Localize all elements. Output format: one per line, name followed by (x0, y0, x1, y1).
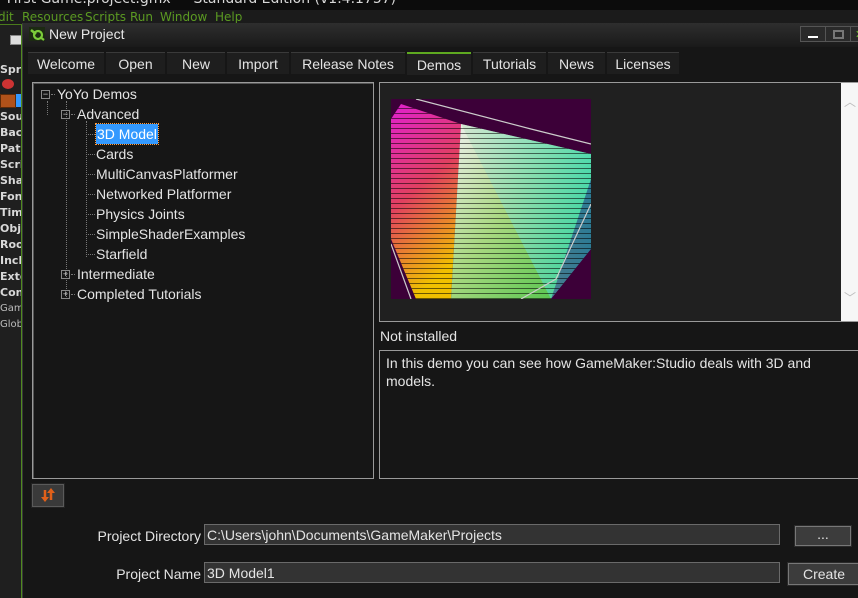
dialog-title-bar[interactable]: New Project ✕ (23, 23, 858, 47)
tree-label: Completed Tutorials (77, 286, 202, 302)
tree-label: 3D Model (95, 123, 159, 145)
tree-guide (86, 134, 95, 135)
demo-description: In this demo you can see how GameMaker:S… (386, 355, 811, 389)
sidebar-item-sprites[interactable]: Spri (0, 63, 21, 76)
tab-new[interactable]: New (167, 52, 225, 74)
minimize-button[interactable] (800, 26, 826, 42)
tree-guide (71, 114, 75, 115)
tab-licenses[interactable]: Licenses (607, 52, 679, 74)
tree-label: MultiCanvasPlatformer (96, 166, 238, 182)
tree-guide (66, 101, 67, 297)
tree-guide (51, 94, 55, 95)
sidebar-item-global-settings[interactable]: Glob (0, 319, 21, 330)
maximize-icon (833, 30, 844, 39)
color-cube-graphic (391, 99, 591, 299)
sidebar-item-sounds[interactable]: Sou (0, 110, 21, 123)
tree-label: Advanced (77, 106, 140, 122)
install-status: Not installed (380, 328, 458, 344)
tree-guide (86, 234, 95, 235)
tree-guide (47, 101, 48, 115)
gamemaker-logo-icon (29, 27, 45, 41)
maximize-button[interactable] (825, 26, 851, 42)
tree-guide (86, 194, 95, 195)
tree-guide (86, 174, 95, 175)
menu-window[interactable]: Window (160, 10, 207, 24)
sidebar-item-game-info[interactable]: Gam (0, 303, 21, 314)
browse-button[interactable]: ... (795, 526, 851, 546)
sidebar-item-extensions[interactable]: Exte (0, 270, 21, 283)
swap-button[interactable] (32, 484, 64, 507)
create-button[interactable]: Create (788, 563, 858, 585)
resource-tree-sidebar: Spri Sou Bac Path Scri Sha Fon Tim Obj R… (0, 25, 22, 598)
tab-import[interactable]: Import (227, 52, 289, 74)
tree-label: SimpleShaderExamples (96, 226, 246, 242)
sidebar-item-paths[interactable]: Path (0, 142, 21, 155)
minimize-icon (808, 36, 818, 38)
project-name-label: Project Name (116, 566, 201, 582)
selection-marker (16, 94, 21, 107)
sidebar-item-scripts[interactable]: Scri (0, 158, 21, 171)
tree-label: Physics Joints (96, 206, 185, 222)
sidebar-item-rooms[interactable]: Roo (0, 238, 21, 251)
tab-demos[interactable]: Demos (407, 52, 471, 75)
collapse-icon[interactable]: − (41, 90, 50, 99)
new-project-dialog: New Project ✕ Welcome Open New Import Re… (22, 23, 858, 598)
menu-edit[interactable]: dit (0, 10, 14, 24)
sprite-icon (2, 79, 14, 89)
tree-guide (86, 121, 87, 257)
expand-icon[interactable]: + (61, 290, 70, 299)
close-button[interactable]: ✕ (850, 26, 858, 42)
expand-icon[interactable]: + (61, 270, 70, 279)
demo-preview-image (391, 99, 591, 299)
sidebar-item-constants[interactable]: Con (0, 286, 21, 299)
collapse-icon[interactable]: − (61, 110, 70, 119)
menu-help[interactable]: Help (215, 10, 242, 24)
dialog-title: New Project (49, 26, 125, 42)
project-directory-input[interactable]: C:\Users\john\Documents\GameMaker\Projec… (204, 524, 780, 545)
tree-guide (86, 154, 95, 155)
tree-guide (86, 254, 95, 255)
sidebar-item-objects[interactable]: Obj (0, 222, 21, 235)
scroll-down-icon[interactable]: ﹀ (844, 292, 856, 304)
menu-run[interactable]: Run (130, 10, 153, 24)
ide-title: y First Game.project.gmx — Standard Edit… (0, 0, 396, 7)
sidebar-item-backgrounds[interactable]: Bac (0, 126, 21, 139)
tree-label: Cards (96, 146, 134, 162)
swap-icon (41, 488, 55, 502)
tree-guide (86, 214, 95, 215)
sidebar-item-included-files[interactable]: Incl (0, 254, 21, 267)
ide-title-bar: y First Game.project.gmx — Standard Edit… (0, 0, 858, 10)
project-directory-label: Project Directory (97, 528, 201, 544)
demo-description-box: In this demo you can see how GameMaker:S… (379, 350, 858, 479)
tree-label: Starfield (96, 246, 148, 262)
tree-label: Intermediate (77, 266, 155, 282)
tree-guide (71, 274, 75, 275)
sidebar-item-fonts[interactable]: Fon (0, 190, 21, 203)
tree-guide (71, 294, 75, 295)
demo-preview-panel: ︿ ﹀ (379, 82, 858, 322)
tab-open[interactable]: Open (106, 52, 165, 74)
menu-resources[interactable]: Resources (22, 10, 83, 24)
tree-label: YoYo Demos (57, 86, 137, 102)
toolbar-icon[interactable] (10, 35, 21, 45)
tab-release-notes[interactable]: Release Notes (291, 52, 405, 74)
sidebar-item-timelines[interactable]: Tim (0, 206, 21, 219)
tab-news[interactable]: News (548, 52, 605, 74)
tree-label: Networked Platformer (96, 186, 232, 202)
tab-welcome[interactable]: Welcome (28, 52, 104, 74)
crate-icon (0, 94, 16, 108)
scroll-up-icon[interactable]: ︿ (844, 96, 856, 108)
tab-tutorials[interactable]: Tutorials (473, 52, 546, 74)
project-name-input[interactable]: 3D Model1 (204, 562, 780, 583)
preview-scrollbar[interactable]: ︿ ﹀ (841, 83, 858, 321)
demos-tree[interactable]: − YoYo Demos − Advanced 3D Model Cards M… (32, 82, 374, 479)
sidebar-item-shaders[interactable]: Sha (0, 174, 21, 187)
menu-scripts[interactable]: Scripts (85, 10, 126, 24)
